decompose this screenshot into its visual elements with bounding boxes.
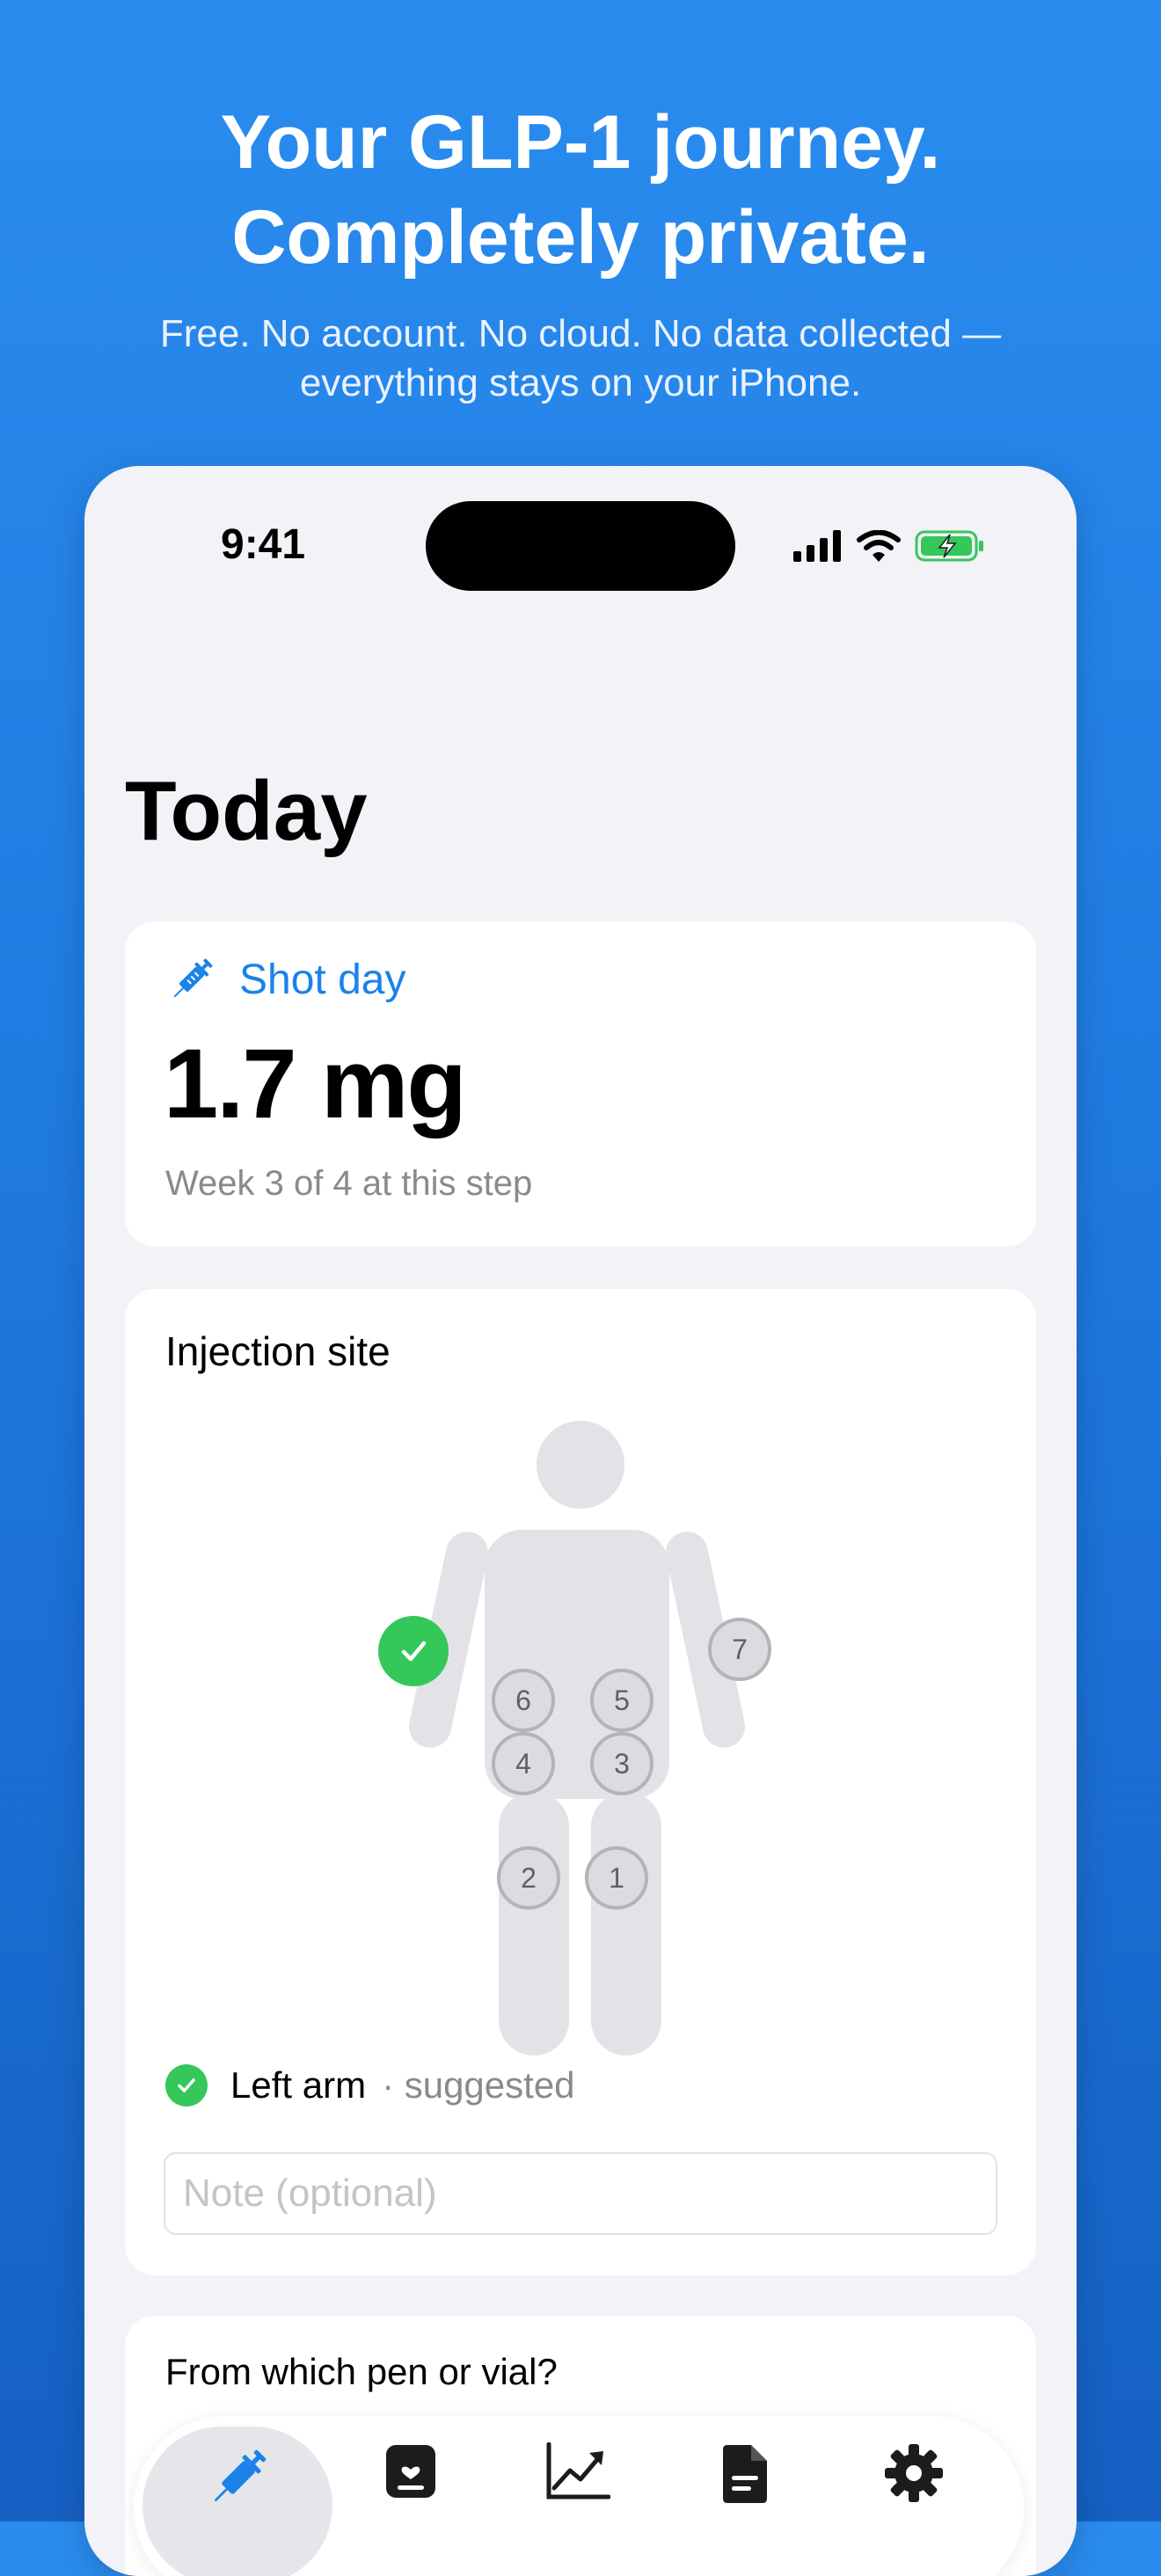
phone-screen: 9:41 Today Shot day 1.7 mg Week 3 of 4 a… <box>84 466 1077 2576</box>
battery-charging-icon <box>915 530 983 562</box>
promo-headline-line1: Your GLP-1 journey. <box>220 100 941 185</box>
promo-subtitle: Free. No account. No cloud. No data coll… <box>0 309 1161 408</box>
site-5[interactable]: 5 <box>590 1669 654 1732</box>
body-figure <box>409 1421 745 2056</box>
site-3[interactable]: 3 <box>590 1732 654 1795</box>
wifi-icon <box>857 530 901 562</box>
status-icons <box>793 529 985 563</box>
tab-today[interactable] <box>155 2416 322 2565</box>
document-icon <box>723 2445 767 2503</box>
check-circle-icon <box>165 2064 208 2107</box>
dose-step-text: Week 3 of 4 at this step <box>165 1164 533 1203</box>
tab-bar <box>134 2416 1024 2576</box>
promo-subtitle-line2: everything stays on your iPhone. <box>299 361 862 404</box>
status-time: 9:41 <box>221 521 306 568</box>
site-1[interactable]: 1 <box>585 1846 648 1910</box>
syringe-icon <box>173 958 213 998</box>
page-title: Today <box>125 764 368 858</box>
site-left-arm-selected[interactable] <box>378 1616 449 1686</box>
body-right-leg <box>591 1792 661 2056</box>
pen-vial-title: From which pen or vial? <box>165 2351 558 2392</box>
site-6[interactable]: 6 <box>492 1669 555 1732</box>
shot-day-label-row: Shot day <box>165 953 405 1006</box>
note-input[interactable] <box>164 2152 997 2235</box>
checkmark-icon <box>401 1641 427 1662</box>
selected-site-name: Left arm <box>230 2064 367 2106</box>
trend-chart-icon <box>546 2442 610 2500</box>
shot-day-label: Shot day <box>239 956 406 1003</box>
promo-headline-line2: Completely private. <box>231 195 930 280</box>
tab-health[interactable] <box>327 2416 494 2565</box>
cellular-signal-icon <box>793 530 841 562</box>
site-7[interactable]: 7 <box>708 1618 771 1681</box>
body-left-leg <box>499 1792 569 2056</box>
dynamic-island <box>426 501 735 591</box>
health-card-icon <box>386 2445 435 2498</box>
tab-progress[interactable] <box>494 2416 661 2565</box>
syringe-icon <box>214 2449 267 2502</box>
shot-day-card[interactable]: Shot day 1.7 mg Week 3 of 4 at this step <box>125 921 1036 1247</box>
selected-site-row: Left arm · suggested <box>165 2064 575 2107</box>
selected-site-suffix: · suggested <box>382 2064 575 2106</box>
injection-site-card: Injection site 7 6 5 4 3 2 1 Left arm · … <box>125 1289 1036 2275</box>
site-2[interactable]: 2 <box>497 1846 560 1910</box>
gear-icon <box>885 2444 943 2502</box>
dose-value: 1.7 mg <box>164 1029 467 1139</box>
body-head <box>537 1421 624 1509</box>
tab-settings[interactable] <box>830 2416 997 2565</box>
promo-subtitle-line1: Free. No account. No cloud. No data coll… <box>159 312 1002 355</box>
promo-headline: Your GLP-1 journey. Completely private. <box>0 95 1161 285</box>
tab-reports[interactable] <box>661 2416 829 2565</box>
site-4[interactable]: 4 <box>492 1732 555 1795</box>
